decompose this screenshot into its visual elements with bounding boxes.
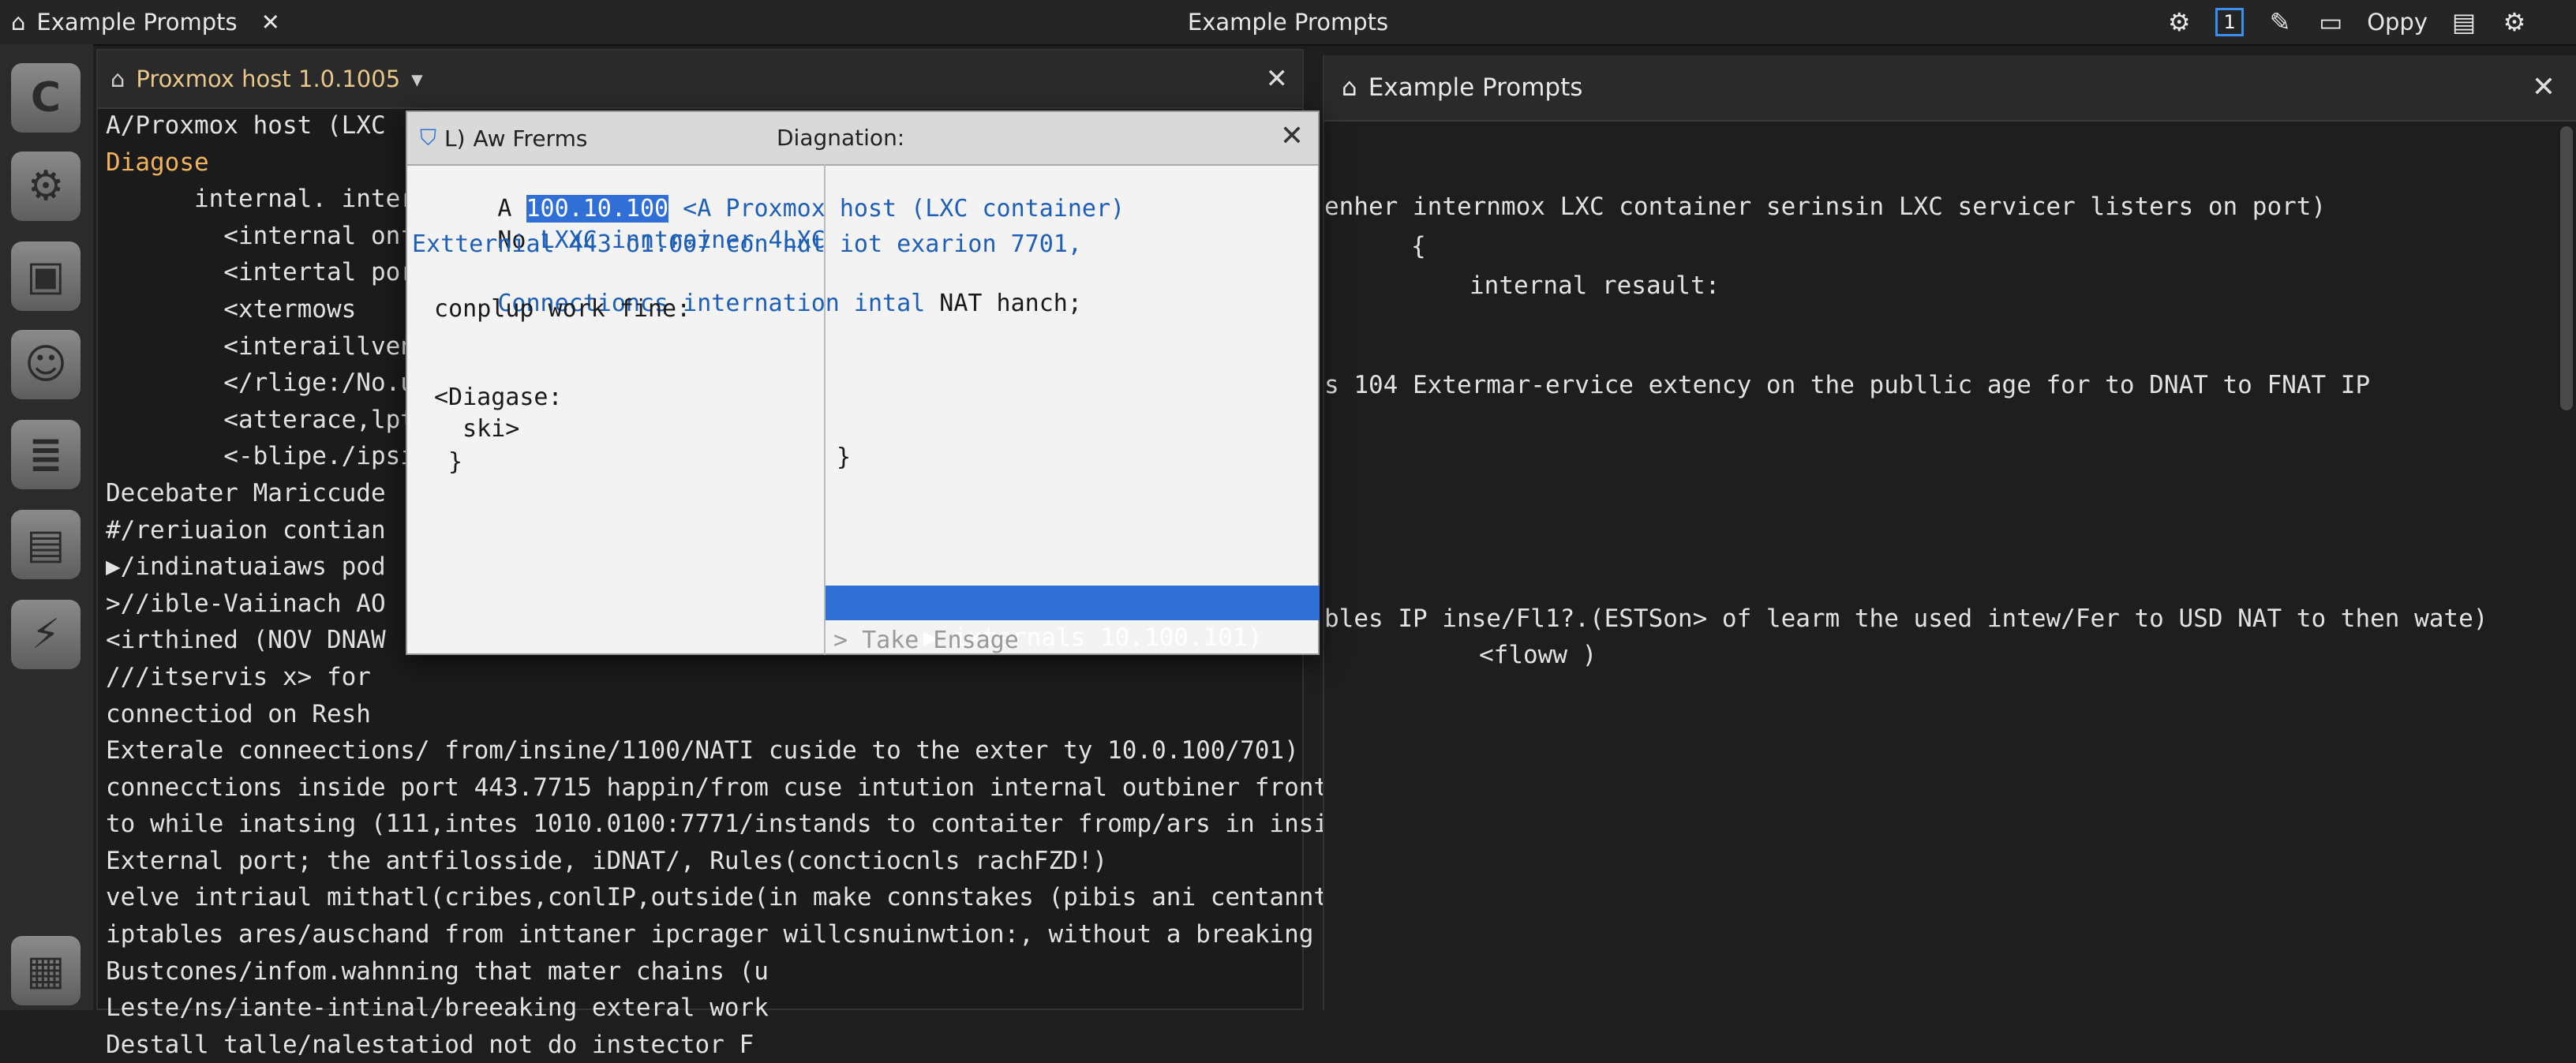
dialog-title: Diagnation: [777, 125, 905, 151]
scrollbar[interactable] [2560, 126, 2573, 410]
users-app-icon[interactable]: ☺ [11, 330, 80, 399]
app-c-icon[interactable]: C [11, 63, 80, 133]
clipboard-icon[interactable]: ▤ [2450, 7, 2478, 37]
left-tab-bar: ⌂ Proxmox host 1.0.1005 ▾ ✕ [98, 51, 1302, 109]
list-app-icon[interactable]: ≣ [11, 420, 80, 489]
home-icon: ⌂ [1342, 73, 1357, 102]
grid-app-icon[interactable]: ▦ [11, 936, 80, 1005]
terminal-line: <floww ) [1479, 641, 1597, 669]
power-app-icon[interactable]: ⚡ [11, 600, 80, 669]
shield-icon: ⛉ [420, 125, 437, 151]
bracket-icon: L) [444, 125, 466, 152]
dialog-left-title: Aw Frerms [473, 125, 588, 152]
close-icon[interactable]: ✕ [1266, 63, 1289, 95]
close-icon[interactable]: ✕ [1280, 120, 1304, 152]
monitor-app-icon[interactable]: ▣ [11, 241, 80, 311]
copy-label[interactable]: Oppy [2367, 9, 2428, 36]
home-icon: ⌂ [110, 66, 125, 92]
dialog-line: conplup work fine: [420, 295, 691, 323]
terminal-line: bles IP inse/Fl1?.(ESTSon> of learm the … [1324, 604, 2488, 633]
chevron-down-icon[interactable]: ▾ [411, 66, 423, 92]
dialog-line: ski> [434, 415, 520, 443]
screen-icon[interactable]: ▭ [2316, 7, 2345, 37]
dialog-line: } [837, 444, 852, 471]
terminal-line: Destall talle/nalestatiod not do instect… [106, 1030, 754, 1059]
title-bar: ⌂ Example Prompts ✕ Example Prompts ⚙ 1 … [0, 0, 2576, 46]
settings-icon[interactable]: ⚙ [2500, 7, 2529, 37]
dock: C ⚙ ▣ ☺ ≣ ▤ ⚡ ▦ [0, 44, 93, 1010]
dialog-title-bar[interactable]: ⛉ L) Aw Frerms Diagnation: ✕ [407, 112, 1318, 166]
input-hint[interactable]: > Take Ensage [833, 627, 1019, 654]
workspace-badge[interactable]: 1 [2215, 8, 2245, 36]
remote-app-icon[interactable]: ▤ [11, 510, 80, 579]
selected-row[interactable]: ▶ ixternals 10.100.101) [826, 586, 1320, 652]
terminal-line: s 104 Extermar-ervice extency on the pub… [1324, 371, 2371, 399]
close-icon[interactable]: ✕ [2532, 71, 2555, 103]
gear-app-icon[interactable]: ⚙ [11, 152, 80, 221]
pen-icon[interactable]: ✎ [2266, 7, 2294, 37]
terminal-line: { [1411, 232, 1426, 260]
right-tab-label: Example Prompts [1368, 73, 1583, 102]
dialog-line: Extternial 443 o1.007 con nut iot exario… [412, 230, 1082, 258]
right-tab[interactable]: ⌂ Example Prompts [1342, 55, 1582, 120]
diagnosis-dialog[interactable]: ⛉ L) Aw Frerms Diagnation: ✕ A 100.10.10… [406, 110, 1320, 655]
dialog-text: NAT hanch; [939, 290, 1082, 317]
left-tab-label: Proxmox host 1.0.1005 [136, 66, 401, 92]
left-tab[interactable]: ⌂ Proxmox host 1.0.1005 ▾ [110, 51, 423, 107]
right-tab-bar: ⌂ Example Prompts ✕ [1324, 55, 2576, 122]
terminal-line: enher internmox LXC container serinsin L… [1324, 193, 2327, 221]
gear-icon[interactable]: ⚙ [2165, 7, 2193, 37]
terminal-line: internal resault: [1470, 271, 1720, 300]
terminal-pane-right[interactable]: ⌂ Example Prompts ✕ enher internmox LXC … [1323, 55, 2576, 1010]
dialog-line: <Diagase: [434, 384, 563, 411]
dialog-line: } [434, 448, 463, 476]
